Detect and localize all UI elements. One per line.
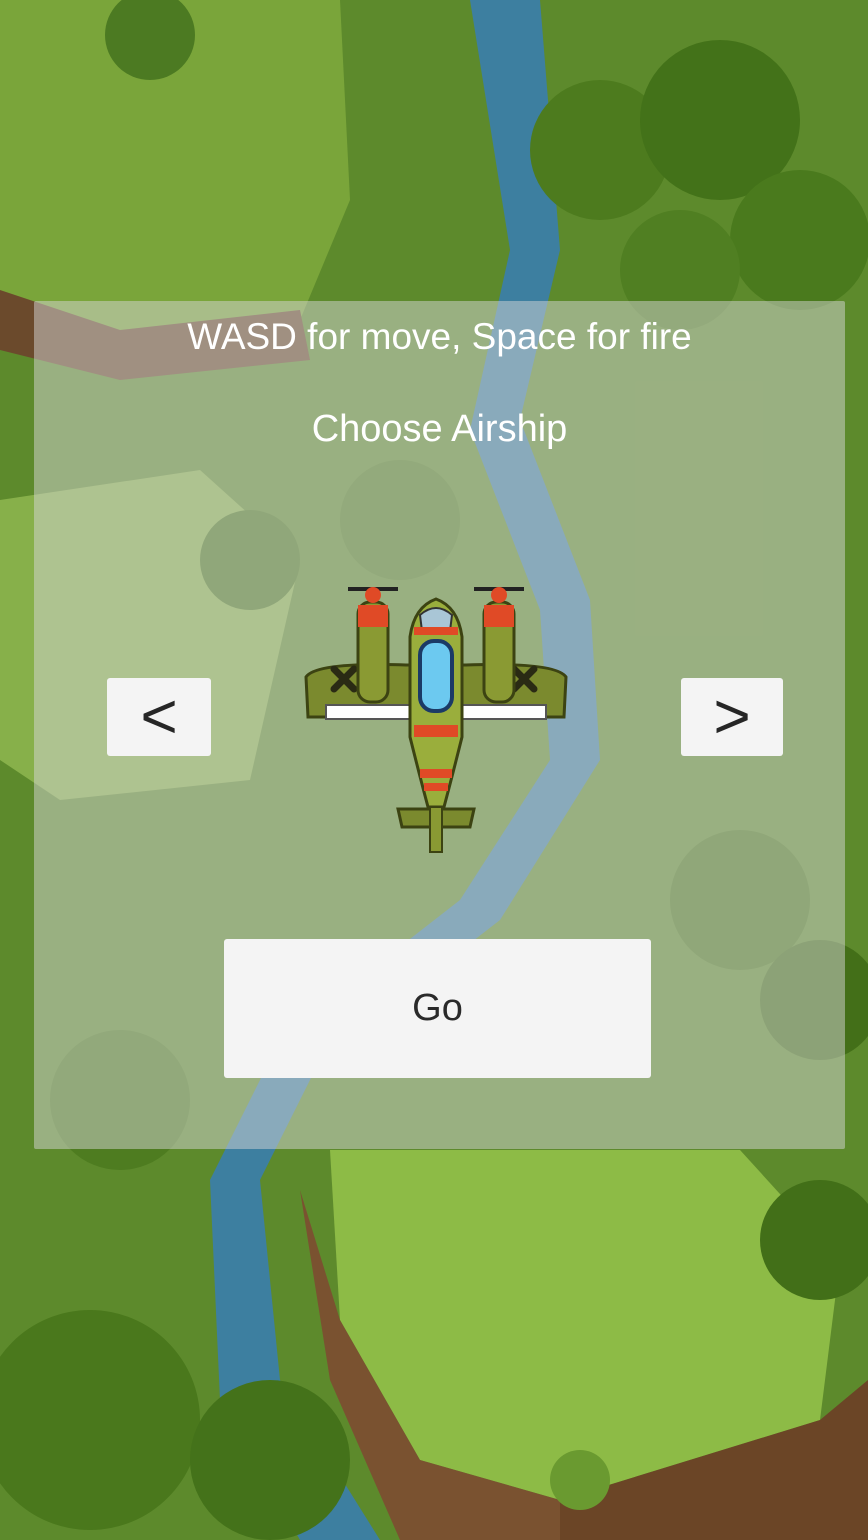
previous-airship-button[interactable]: < (107, 678, 211, 756)
choose-airship-title: Choose Airship (311, 408, 568, 450)
next-airship-button[interactable]: > (681, 678, 783, 756)
controls-instructions: WASD for move, Space for fire (187, 316, 692, 357)
airship-selection-panel: WASD for move, Space for fire Choose Air… (34, 301, 845, 1149)
green-propeller-airship-icon (304, 587, 568, 853)
go-button[interactable]: Go (224, 939, 651, 1078)
